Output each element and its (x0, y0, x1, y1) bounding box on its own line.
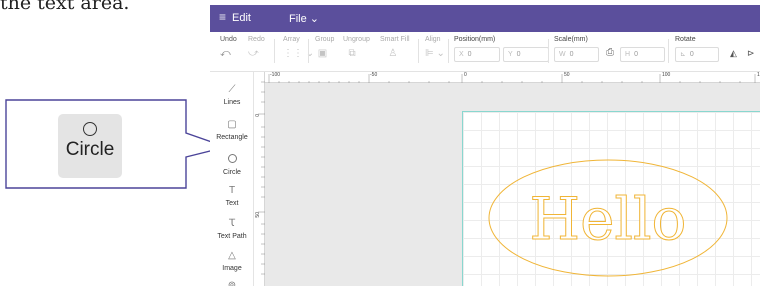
rotate-label: Rotate (675, 36, 696, 43)
align-label: Align (425, 36, 441, 43)
text-path-icon: Ꚍ (228, 218, 236, 229)
canvas-drawing: Hello (488, 159, 728, 277)
scale-label: Scale(mm) (554, 36, 588, 43)
callout: Circle (0, 0, 230, 200)
sidebar-item-rectangle[interactable]: ▢ Rectangle (210, 119, 254, 141)
flip-vertical-icon[interactable]: ⊳ (747, 48, 755, 59)
hello-text-object[interactable]: Hello (529, 185, 687, 254)
sidebar-item-label: Circle (223, 169, 241, 176)
position-label: Position(mm) (454, 36, 496, 43)
sidebar-item-label: Image (222, 265, 242, 272)
scale-width-input[interactable]: W0 (554, 47, 599, 62)
circle-icon (210, 154, 254, 166)
align-icon: ⊫ ⌄ (425, 48, 445, 59)
top-menu-bar: ≡ Edit File ⌄ (210, 5, 760, 32)
array-label: Array (283, 36, 300, 43)
sidebar-item-circle[interactable]: Circle (210, 154, 254, 176)
scale-height-input[interactable]: H0 (620, 47, 665, 62)
sidebar-item-text-path[interactable]: Ꚍ Text Path (210, 218, 254, 240)
ungroup-icon: ⧉ (343, 48, 356, 59)
line-icon: ⟋ (228, 84, 236, 95)
flip-horizontal-icon[interactable]: ◭ (730, 48, 737, 59)
ruler-label: 50 (255, 212, 261, 218)
scale-width-value: 0 (569, 51, 574, 58)
ungroup-button[interactable]: Ungroup ⧉ (343, 36, 370, 59)
redo-button[interactable]: Redo ⤻ (248, 36, 265, 59)
position-y-value: 0 (516, 51, 521, 58)
rotate-input[interactable]: ⊾ 0 (675, 47, 719, 62)
app-window: ≡ Edit File ⌄ Undo ⤺ Redo ⤻ Array ⋮⋮ ⌄ G… (210, 5, 760, 286)
screenshot-stage: the text area. Circle ≡ Edit File ⌄ Undo… (0, 0, 760, 286)
sidebar-item-lines[interactable]: ⟋ Lines (210, 84, 254, 106)
redo-icon: ⤻ (248, 48, 259, 59)
array-button[interactable]: Array ⋮⋮ ⌄ (283, 36, 314, 59)
sidebar-item-more[interactable]: ⊚ (210, 280, 254, 286)
vertical-ruler: 0 50 (254, 72, 265, 286)
ruler-label: 100 (662, 72, 671, 78)
more-tool-icon: ⊚ (227, 280, 237, 286)
align-button[interactable]: Align ⊫ ⌄ (425, 36, 445, 59)
array-icon: ⋮⋮ ⌄ (283, 48, 315, 59)
w-prefix: W (559, 51, 566, 58)
scale-height-value: 0 (634, 51, 638, 58)
undo-label: Undo (220, 36, 237, 43)
sidebar-item-image[interactable]: △ Image (210, 250, 254, 272)
toolbar-divider (274, 39, 275, 63)
lock-ratio-icon[interactable]: ⎙ (606, 47, 614, 58)
rectangle-icon: ▢ (227, 119, 237, 130)
toolbar-divider (548, 39, 549, 63)
rotate-value: 0 (689, 51, 694, 58)
toolbar-divider (418, 39, 419, 63)
group-label: Group (315, 36, 335, 43)
group-icon: ▣ (315, 48, 328, 59)
callout-circle-tile: Circle (58, 114, 122, 178)
edit-menu[interactable]: Edit (232, 12, 251, 24)
group-button[interactable]: Group ▣ (315, 36, 334, 59)
vertical-ruler-ticks (258, 81, 265, 275)
artboard[interactable]: Hello (462, 111, 760, 286)
circle-icon (83, 122, 97, 136)
position-x-value: 0 (467, 51, 472, 58)
undo-icon: ⤺ (220, 48, 231, 59)
x-prefix: X (459, 51, 464, 58)
callout-label: Circle (65, 139, 115, 160)
ruler-label: -50 (370, 72, 378, 78)
position-y-input[interactable]: Y0 (503, 47, 549, 62)
sidebar-item-text[interactable]: T Text (210, 185, 254, 207)
angle-prefix: ⊾ (680, 51, 686, 58)
smart-fill-label: Smart Fill (380, 36, 410, 43)
toolbar-divider (308, 39, 309, 63)
undo-button[interactable]: Undo ⤺ (220, 36, 237, 59)
ungroup-label: Ungroup (343, 36, 370, 43)
ruler-label: 0 (255, 114, 261, 117)
ruler-label: 0 (464, 72, 467, 78)
sidebar-item-label: Rectangle (216, 134, 248, 141)
ruler-label: 50 (564, 72, 570, 78)
toolbar-divider (448, 39, 449, 63)
toolbar-divider (668, 39, 669, 63)
sidebar-item-label: Lines (223, 99, 241, 106)
h-prefix: H (625, 51, 631, 58)
sidebar-item-label: Text (225, 200, 239, 207)
ruler-label: -100 (270, 72, 281, 78)
left-tool-sidebar: ⟋ Lines ▢ Rectangle Circle T Text Ꚍ Text… (210, 72, 254, 286)
horizontal-ruler: -100 -50 0 50 100 1 (265, 72, 760, 85)
text-icon: T (228, 185, 236, 196)
ruler-label: 1 (757, 72, 760, 78)
position-x-input[interactable]: X0 (454, 47, 500, 62)
image-icon: △ (228, 250, 236, 261)
file-menu[interactable]: File ⌄ (289, 12, 319, 25)
smart-fill-button[interactable]: Smart Fill ♙ (380, 36, 410, 59)
redo-label: Redo (248, 36, 265, 43)
menu-icon[interactable]: ≡ (219, 10, 226, 24)
toolbar: Undo ⤺ Redo ⤻ Array ⋮⋮ ⌄ Group ▣ Ungroup… (210, 32, 760, 72)
smart-fill-icon: ♙ (380, 48, 398, 59)
sidebar-item-label: Text Path (217, 233, 247, 240)
y-prefix: Y (508, 51, 513, 58)
